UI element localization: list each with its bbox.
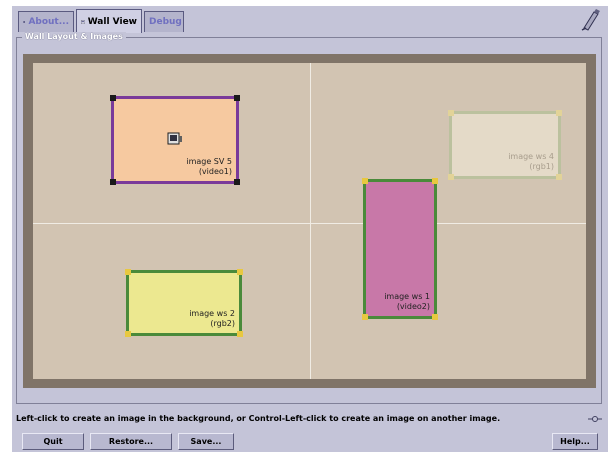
tab-about-label: About... [28,17,69,27]
tab-debug[interactable]: Debug [144,11,184,32]
image-label-name: image ws 4 [508,152,554,161]
corner-handle[interactable] [125,269,131,275]
corner-handle[interactable] [556,174,562,180]
image-ws4[interactable]: image ws 4 (rgb1) [448,110,562,180]
tab-wall-view[interactable]: Wall View [76,9,142,33]
image-label-name: image ws 2 [189,309,235,318]
image-label-name: image ws 1 [384,292,430,301]
corner-handle[interactable] [556,110,562,116]
help-button[interactable]: Help... [552,433,598,450]
corner-handle[interactable] [362,314,368,320]
quit-button[interactable]: Quit [22,433,84,450]
image-label-source: (video1) [198,167,232,176]
corner-handle[interactable] [432,314,438,320]
image-label-source: (video2) [396,302,430,311]
image-ws1[interactable]: image ws 1 (video2) [362,178,438,320]
button-bar: Quit Restore... Save... Help... [12,432,608,452]
tab-debug-label: Debug [149,17,182,27]
tab-bar: About... Wall View Debug [12,6,608,33]
corner-handle[interactable] [432,178,438,184]
corner-handle[interactable] [234,95,240,101]
wall-view-icon [81,19,85,24]
screen-divider-vertical [310,63,311,379]
corner-handle[interactable] [237,331,243,337]
image-sv5[interactable]: image SV 5 (video1) [110,95,240,185]
save-button[interactable]: Save... [178,433,234,450]
about-icon [23,21,26,23]
status-message: Left-click to create an image in the bac… [16,414,501,423]
corner-handle[interactable] [234,179,240,185]
corner-handle[interactable] [448,174,454,180]
wall-background[interactable]: image SV 5 (video1) image ws 4 (rgb1) im… [33,63,586,379]
status-bar: Left-click to create an image in the bac… [12,411,608,427]
wall-layout-group-title: Wall Layout & Images [22,32,126,41]
image-label-name: image SV 5 [186,157,232,166]
video-source-icon [167,132,182,145]
connection-icon [588,416,602,422]
image-label-source: (rgb1) [529,162,554,171]
app-window: About... Wall View Debug Wall Layout & I… [12,6,608,452]
screen-divider-horizontal [33,223,586,224]
wall-canvas[interactable]: image SV 5 (video1) image ws 4 (rgb1) im… [23,54,596,388]
corner-handle[interactable] [362,178,368,184]
corner-handle[interactable] [448,110,454,116]
image-label-source: (rgb2) [210,319,235,328]
pen-logo-icon [581,9,600,31]
corner-handle[interactable] [125,331,131,337]
tab-about[interactable]: About... [18,11,74,32]
corner-handle[interactable] [237,269,243,275]
tab-wall-view-label: Wall View [87,16,137,27]
corner-handle[interactable] [110,95,116,101]
image-ws2[interactable]: image ws 2 (rgb2) [125,269,243,337]
corner-handle[interactable] [110,179,116,185]
restore-button[interactable]: Restore... [90,433,172,450]
